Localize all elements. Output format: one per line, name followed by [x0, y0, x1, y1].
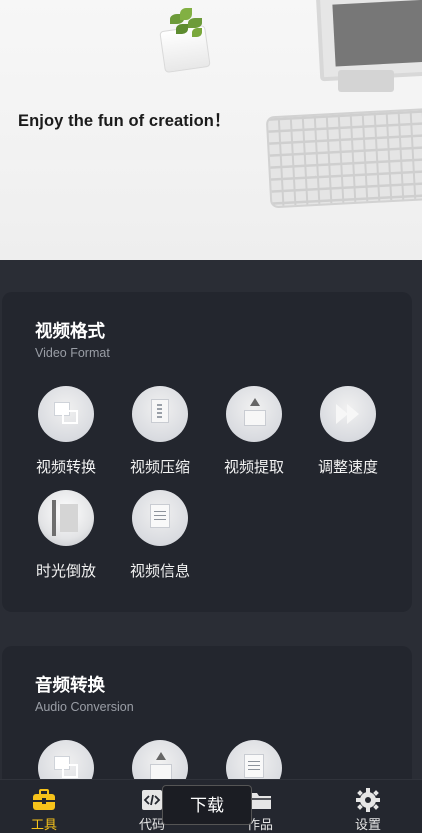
keyboard-illustration — [265, 107, 422, 209]
tool-video-info[interactable]: 视频信息 — [120, 490, 200, 581]
section-title: 音频转换 — [35, 676, 105, 696]
section-subtitle: Audio Conversion — [35, 700, 134, 714]
reverse-play-icon — [38, 490, 94, 546]
download-button[interactable]: 下载 — [162, 785, 252, 825]
video-extract-icon — [226, 386, 282, 442]
video-info-icon — [132, 490, 188, 546]
monitor-stand-illustration — [338, 70, 394, 92]
tool-video-compress[interactable]: 视频压缩 — [120, 386, 200, 477]
nav-label: 设置 — [354, 818, 381, 833]
hero-banner: Enjoy the fun of creation！ — [0, 0, 422, 260]
nav-item-settings[interactable]: 设置 — [338, 780, 398, 833]
nav-label: 工具 — [30, 818, 57, 833]
video-format-card: 视频格式 Video Format 视频转换 视频压缩 视频提取 调整速度 时光… — [2, 292, 412, 612]
tool-speed-adjust[interactable]: 调整速度 — [308, 386, 388, 477]
section-title: 视频格式 — [35, 322, 105, 342]
gear-icon — [355, 788, 381, 812]
hero-tagline: Enjoy the fun of creation！ — [18, 112, 231, 130]
tool-video-extract[interactable]: 视频提取 — [214, 386, 294, 477]
nav-item-tools[interactable]: 工具 — [14, 780, 74, 833]
toolbox-icon — [31, 788, 57, 812]
speed-adjust-icon — [320, 386, 376, 442]
video-convert-icon — [38, 386, 94, 442]
section-subtitle: Video Format — [35, 346, 110, 360]
tool-video-convert[interactable]: 视频转换 — [26, 386, 106, 477]
tool-reverse-play[interactable]: 时光倒放 — [26, 490, 106, 581]
video-compress-icon — [132, 386, 188, 442]
